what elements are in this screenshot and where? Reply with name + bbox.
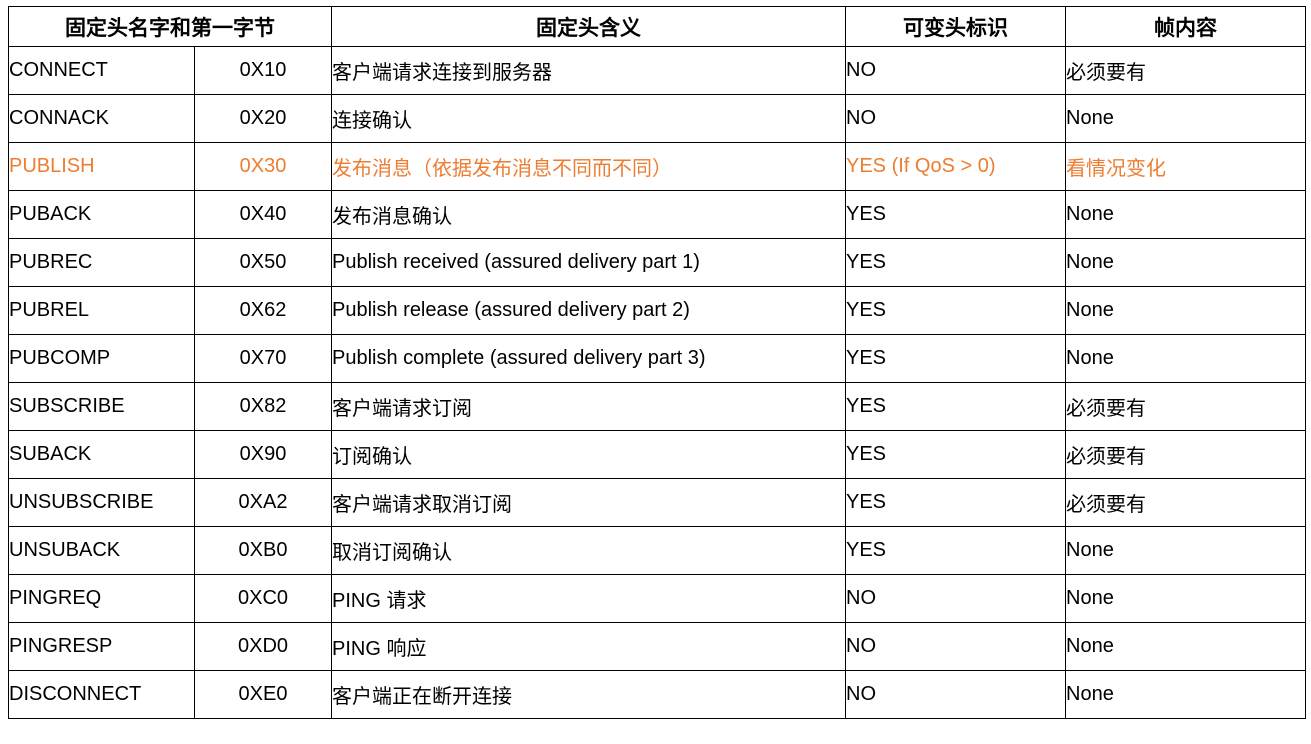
variable-header-flag-cell: NO (845, 94, 1066, 143)
payload-cell: None (1065, 94, 1306, 143)
variable-header-flag-cell: YES (845, 190, 1066, 239)
meaning-cell: 取消订阅确认 (331, 526, 846, 575)
meaning-cell: PING 响应 (331, 622, 846, 671)
meaning-cell: 客户端请求订阅 (331, 382, 846, 431)
packet-name-cell: PUBACK (8, 190, 195, 239)
meaning-cell: Publish complete (assured delivery part … (331, 334, 846, 383)
variable-header-flag-cell: YES (If QoS > 0) (845, 142, 1066, 191)
payload-cell: None (1065, 238, 1306, 287)
first-byte-cell: 0XD0 (194, 622, 332, 671)
meaning-cell: 客户端请求连接到服务器 (331, 46, 846, 95)
table-row: PUBREC 0X50 Publish received (assured de… (8, 238, 1306, 287)
first-byte-cell: 0X20 (194, 94, 332, 143)
meaning-cell: 连接确认 (331, 94, 846, 143)
payload-cell: 必须要有 (1065, 478, 1306, 527)
payload-cell: None (1065, 670, 1306, 719)
variable-header-flag-cell: YES (845, 382, 1066, 431)
packet-name-cell: SUBSCRIBE (8, 382, 195, 431)
payload-cell: 看情况变化 (1065, 142, 1306, 191)
variable-header-flag-cell: YES (845, 430, 1066, 479)
mqtt-packet-type-table: 固定头名字和第一字节 固定头含义 可变头标识 帧内容 CONNECT 0X10 … (8, 6, 1306, 719)
header-payload: 帧内容 (1065, 6, 1306, 47)
packet-name-cell: SUBACK (8, 430, 195, 479)
payload-cell: None (1065, 334, 1306, 383)
variable-header-flag-cell: NO (845, 574, 1066, 623)
first-byte-cell: 0X62 (194, 286, 332, 335)
packet-name-cell: UNSUBSCRIBE (8, 478, 195, 527)
packet-name-cell: PUBREC (8, 238, 195, 287)
first-byte-cell: 0X90 (194, 430, 332, 479)
payload-cell: None (1065, 190, 1306, 239)
table-row: UNSUBSCRIBE 0XA2 客户端请求取消订阅 YES 必须要有 (8, 478, 1306, 527)
variable-header-flag-cell: YES (845, 478, 1066, 527)
meaning-cell: 发布消息（依据发布消息不同而不同） (331, 142, 846, 191)
first-byte-cell: 0X82 (194, 382, 332, 431)
meaning-cell: PING 请求 (331, 574, 846, 623)
table-row: PUBCOMP 0X70 Publish complete (assured d… (8, 334, 1306, 383)
variable-header-flag-cell: YES (845, 286, 1066, 335)
header-name-and-byte: 固定头名字和第一字节 (8, 6, 332, 47)
table-row: CONNACK 0X20 连接确认 NO None (8, 94, 1306, 143)
meaning-cell: Publish release (assured delivery part 2… (331, 286, 846, 335)
first-byte-cell: 0XE0 (194, 670, 332, 719)
payload-cell: 必须要有 (1065, 430, 1306, 479)
payload-cell: 必须要有 (1065, 46, 1306, 95)
table-row: CONNECT 0X10 客户端请求连接到服务器 NO 必须要有 (8, 46, 1306, 95)
header-meaning: 固定头含义 (331, 6, 846, 47)
packet-name-cell: PUBCOMP (8, 334, 195, 383)
table-row: SUBSCRIBE 0X82 客户端请求订阅 YES 必须要有 (8, 382, 1306, 431)
packet-name-cell: PINGRESP (8, 622, 195, 671)
payload-cell: None (1065, 574, 1306, 623)
first-byte-cell: 0X30 (194, 142, 332, 191)
table-row: PINGRESP 0XD0 PING 响应 NO None (8, 622, 1306, 671)
table-row: UNSUBACK 0XB0 取消订阅确认 YES None (8, 526, 1306, 575)
meaning-cell: Publish received (assured delivery part … (331, 238, 846, 287)
packet-name-cell: CONNACK (8, 94, 195, 143)
table-row: PUBACK 0X40 发布消息确认 YES None (8, 190, 1306, 239)
payload-cell: None (1065, 622, 1306, 671)
packet-name-cell: PINGREQ (8, 574, 195, 623)
packet-name-cell: PUBLISH (8, 142, 195, 191)
first-byte-cell: 0X50 (194, 238, 332, 287)
variable-header-flag-cell: NO (845, 622, 1066, 671)
table-row: PUBREL 0X62 Publish release (assured del… (8, 286, 1306, 335)
table-row-highlighted: PUBLISH 0X30 发布消息（依据发布消息不同而不同） YES (If Q… (8, 142, 1306, 191)
table-header-row: 固定头名字和第一字节 固定头含义 可变头标识 帧内容 (8, 6, 1306, 47)
variable-header-flag-cell: YES (845, 334, 1066, 383)
first-byte-cell: 0X10 (194, 46, 332, 95)
meaning-cell: 发布消息确认 (331, 190, 846, 239)
payload-cell: None (1065, 526, 1306, 575)
packet-name-cell: DISCONNECT (8, 670, 195, 719)
first-byte-cell: 0XA2 (194, 478, 332, 527)
packet-name-cell: CONNECT (8, 46, 195, 95)
first-byte-cell: 0XB0 (194, 526, 332, 575)
meaning-cell: 订阅确认 (331, 430, 846, 479)
header-variable-header-flag: 可变头标识 (845, 6, 1066, 47)
variable-header-flag-cell: YES (845, 526, 1066, 575)
packet-name-cell: PUBREL (8, 286, 195, 335)
packet-name-cell: UNSUBACK (8, 526, 195, 575)
first-byte-cell: 0XC0 (194, 574, 332, 623)
variable-header-flag-cell: NO (845, 46, 1066, 95)
payload-cell: 必须要有 (1065, 382, 1306, 431)
meaning-cell: 客户端请求取消订阅 (331, 478, 846, 527)
table-row: DISCONNECT 0XE0 客户端正在断开连接 NO None (8, 670, 1306, 719)
first-byte-cell: 0X70 (194, 334, 332, 383)
meaning-cell: 客户端正在断开连接 (331, 670, 846, 719)
payload-cell: None (1065, 286, 1306, 335)
first-byte-cell: 0X40 (194, 190, 332, 239)
table-row: SUBACK 0X90 订阅确认 YES 必须要有 (8, 430, 1306, 479)
variable-header-flag-cell: YES (845, 238, 1066, 287)
variable-header-flag-cell: NO (845, 670, 1066, 719)
table-row: PINGREQ 0XC0 PING 请求 NO None (8, 574, 1306, 623)
